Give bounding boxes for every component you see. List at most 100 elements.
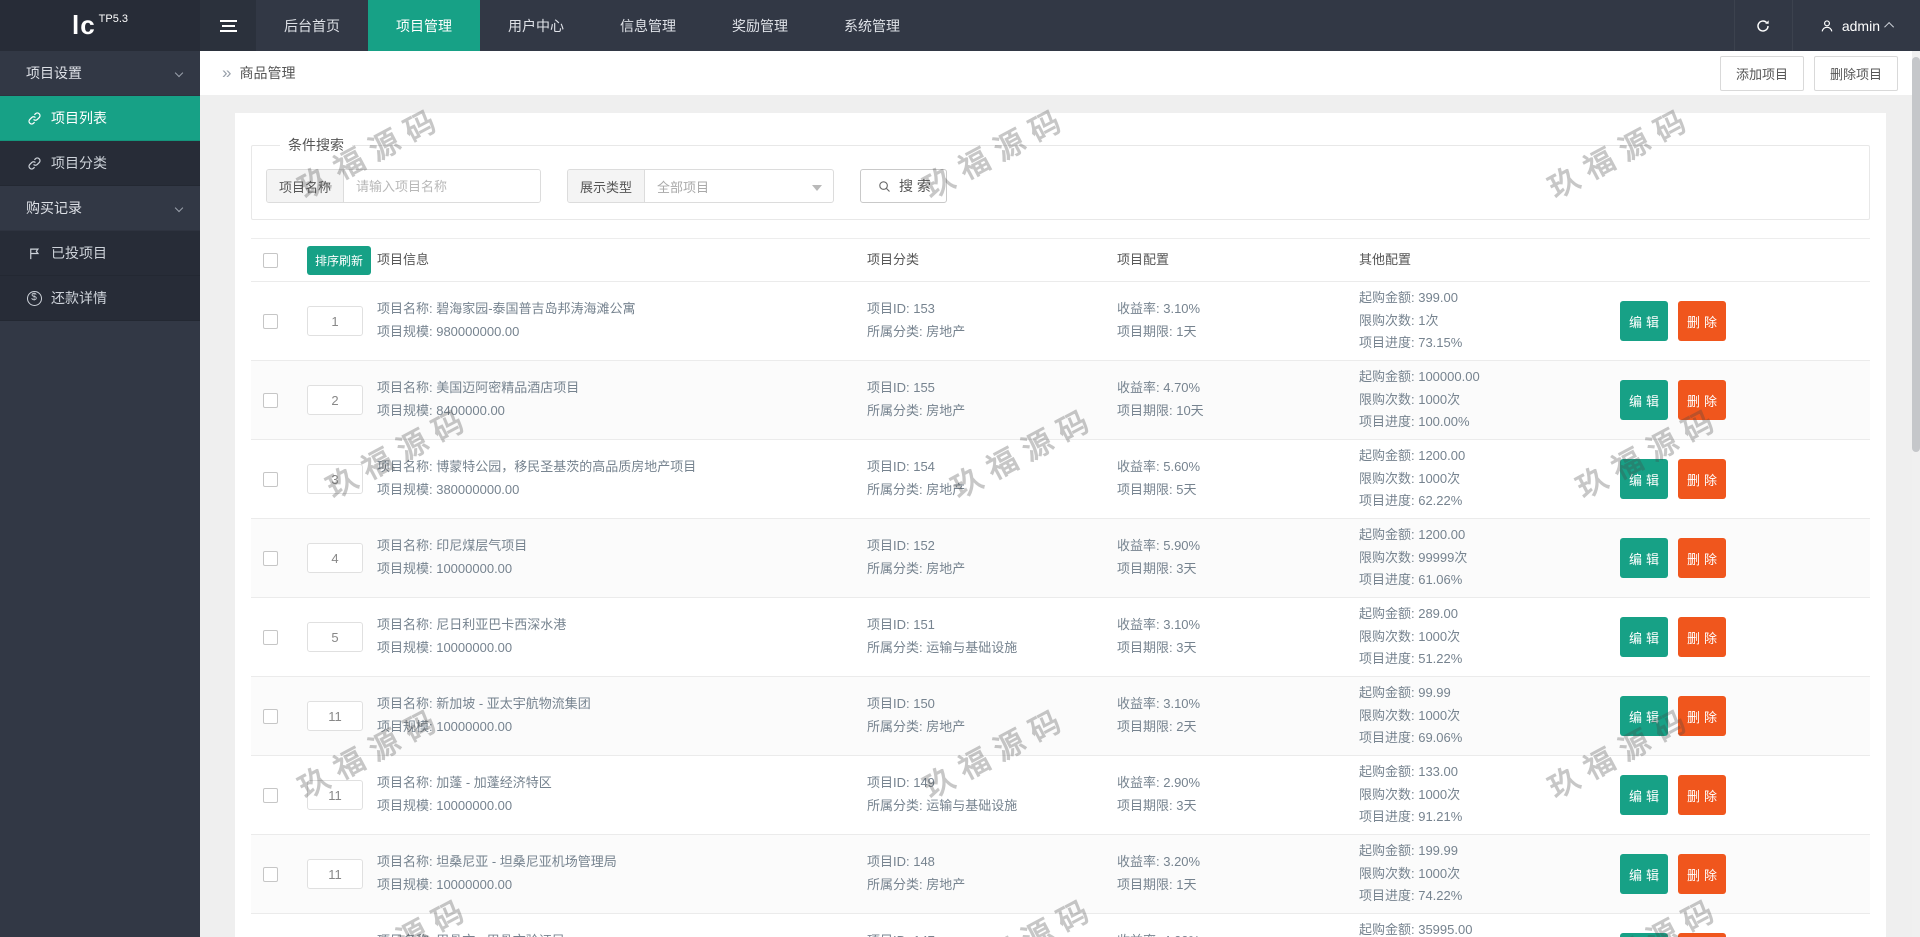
sort-input[interactable]: 11 (307, 780, 363, 810)
row-checkbox[interactable] (263, 550, 278, 566)
display-type-label: 展示类型 (568, 170, 646, 202)
delete-button[interactable]: 删除 (1678, 459, 1726, 499)
sort-input[interactable]: 11 (307, 859, 363, 889)
search-button[interactable]: 搜 索 (860, 169, 947, 203)
sort-input[interactable]: 11 (307, 701, 363, 731)
project-info-cell: 项目名称: 新加坡 - 亚太宇航物流集团 项目规模: 10000000.00 (377, 696, 591, 734)
menu-toggle-icon[interactable] (200, 0, 256, 51)
flag-icon (26, 245, 42, 261)
sort-input[interactable]: 2 (307, 385, 363, 415)
edit-button[interactable]: 编辑 (1620, 459, 1668, 499)
table-row: 4 项目名称: 印尼煤层气项目 项目规模: 10000000.00 项目ID: … (251, 519, 1870, 598)
project-config-cell: 收益率: 3.10% 项目期限: 1天 (1117, 301, 1201, 339)
edit-button[interactable]: 编辑 (1620, 775, 1668, 815)
select-all-checkbox[interactable] (263, 252, 278, 268)
delete-button[interactable]: 删除 (1678, 775, 1726, 815)
main-content: » 商品管理 添加项目 删除项目 条件搜索 项目名称 展示类型 全部项目 (200, 51, 1920, 937)
nav-item-system-management[interactable]: 系统管理 (816, 0, 928, 51)
edit-button[interactable]: 编辑 (1620, 380, 1668, 420)
project-info-cell: 项目名称: 碧海家园-泰国普吉岛邦涛海滩公寓 项目规模: 980000000.0… (377, 301, 636, 339)
project-category-cell: 项目ID: 154 所属分类: 房地产 (867, 459, 966, 497)
project-name-input[interactable] (344, 170, 541, 202)
sort-input[interactable]: 4 (307, 543, 363, 573)
delete-project-button[interactable]: 删除项目 (1813, 55, 1898, 91)
edit-button[interactable]: 编辑 (1620, 617, 1668, 657)
delete-button[interactable]: 删除 (1678, 301, 1726, 341)
sidebar-group-purchase-records[interactable]: 购买记录 (0, 186, 200, 231)
project-category-cell: 项目ID: 151 所属分类: 运输与基础设施 (867, 617, 1018, 655)
scrollbar-track[interactable] (1912, 51, 1920, 937)
scrollbar-thumb[interactable] (1912, 57, 1920, 452)
chevron-down-icon (174, 203, 184, 213)
nav-item-user-center[interactable]: 用户中心 (480, 0, 592, 51)
delete-button[interactable]: 删除 (1678, 617, 1726, 657)
row-checkbox[interactable] (263, 313, 278, 329)
project-category-cell: 项目ID: 149 所属分类: 运输与基础设施 (867, 775, 1018, 813)
display-type-select[interactable]: 全部项目 (645, 170, 833, 202)
content-panel: 条件搜索 项目名称 展示类型 全部项目 搜 索 (235, 113, 1886, 937)
sidebar-item-invested-projects[interactable]: 已投项目 (0, 231, 200, 276)
table-row: 5 项目名称: 尼日利亚巴卡西深水港 项目规模: 10000000.00 项目I… (251, 598, 1870, 677)
project-info-cell: 项目名称: 印尼煤层气项目 项目规模: 10000000.00 (377, 538, 528, 576)
project-info-cell: 项目名称: 甲骨文 - 甲骨文验证局 项目规模: (377, 930, 867, 937)
project-config-cell: 收益率: 5.60% 项目期限: 5天 (1117, 459, 1201, 497)
row-checkbox[interactable] (263, 392, 278, 408)
delete-button[interactable]: 删除 (1678, 854, 1726, 894)
project-category-cell: 项目ID: 150 所属分类: 房地产 (867, 696, 966, 734)
sidebar-item-project-list[interactable]: 项目列表 (0, 96, 200, 141)
search-legend: 条件搜索 (288, 137, 344, 153)
sort-input[interactable]: 5 (307, 622, 363, 652)
edit-button[interactable]: 编辑 (1620, 696, 1668, 736)
edit-button[interactable]: 编辑 (1620, 854, 1668, 894)
sort-input[interactable]: 1 (307, 306, 363, 336)
delete-button[interactable]: 删除 (1678, 538, 1726, 578)
project-info-cell: 项目名称: 博蒙特公园，移民圣基茨的高品质房地产项目 项目规模: 3800000… (377, 459, 697, 497)
edit-button[interactable]: 编辑 (1620, 301, 1668, 341)
project-name-group: 项目名称 (266, 169, 542, 203)
top-navigation: 后台首页 项目管理 用户中心 信息管理 奖励管理 系统管理 (256, 0, 928, 51)
project-config-cell: 收益率: 4.70% 项目期限: 10天 (1117, 380, 1204, 418)
search-fieldset: 条件搜索 项目名称 展示类型 全部项目 搜 索 (251, 135, 1870, 220)
project-config-cell: 收益率: 5.90% 项目期限: 3天 (1117, 538, 1201, 576)
chevron-down-icon (174, 68, 184, 78)
sidebar-item-project-category[interactable]: 项目分类 (0, 141, 200, 186)
nav-item-project-management[interactable]: 项目管理 (368, 0, 480, 51)
nav-item-info-management[interactable]: 信息管理 (592, 0, 704, 51)
nav-item-reward-management[interactable]: 奖励管理 (704, 0, 816, 51)
user-icon (1819, 18, 1835, 34)
other-config-cell: 起购金额: 199.99 限购次数: 1000次 项目进度: 74.22% (1359, 842, 1463, 904)
logo-version: TP5.3 (98, 12, 129, 25)
row-checkbox[interactable] (263, 629, 278, 645)
row-checkbox[interactable] (263, 471, 278, 487)
table-row: 项目名称: 甲骨文 - 甲骨文验证局 项目规模: 项目ID: 147 所属分类:… (251, 914, 1870, 937)
sidebar-group-project-settings[interactable]: 项目设置 (0, 51, 200, 96)
add-project-button[interactable]: 添加项目 (1719, 55, 1804, 91)
table-row: 11 项目名称: 加蓬 - 加蓬经济特区 项目规模: 10000000.00 项… (251, 756, 1870, 835)
other-config-cell: 起购金额: 100000.00 限购次数: 1000次 项目进度: 100.00… (1359, 368, 1480, 430)
row-checkbox[interactable] (263, 708, 278, 724)
breadcrumb: » 商品管理 添加项目 删除项目 (200, 51, 1920, 95)
refresh-button[interactable] (1733, 0, 1792, 51)
table-row: 11 项目名称: 新加坡 - 亚太宇航物流集团 项目规模: 10000000.0… (251, 677, 1870, 756)
delete-button[interactable]: 删除 (1678, 933, 1726, 937)
breadcrumb-arrows-icon: » (222, 63, 232, 82)
delete-button[interactable]: 删除 (1678, 696, 1726, 736)
sort-refresh-button[interactable]: 排序刷新 (307, 245, 372, 275)
delete-button[interactable]: 删除 (1678, 380, 1726, 420)
project-category-cell: 项目ID: 147 所属分类: (867, 930, 1117, 937)
user-menu[interactable]: admin (1791, 0, 1920, 51)
other-config-cell: 起购金额: 399.00 限购次数: 1次 项目进度: 73.15% (1359, 289, 1463, 351)
row-checkbox[interactable] (263, 866, 278, 882)
topbar: lc TP5.3 后台首页 项目管理 用户中心 信息管理 奖励管理 系统管理 a… (0, 0, 1920, 51)
sidebar-item-repayment-details[interactable]: $ 还款详情 (0, 276, 200, 321)
edit-button[interactable]: 编辑 (1620, 538, 1668, 578)
link-icon (26, 110, 42, 126)
table-row: 1 项目名称: 碧海家园-泰国普吉岛邦涛海滩公寓 项目规模: 980000000… (251, 282, 1870, 361)
search-icon (876, 178, 892, 194)
row-checkbox[interactable] (263, 787, 278, 803)
project-info-cell: 项目名称: 加蓬 - 加蓬经济特区 项目规模: 10000000.00 (377, 775, 552, 813)
nav-item-dashboard[interactable]: 后台首页 (256, 0, 368, 51)
edit-button[interactable]: 编辑 (1620, 933, 1668, 937)
sort-input[interactable]: 3 (307, 464, 363, 494)
table-row: 3 项目名称: 博蒙特公园，移民圣基茨的高品质房地产项目 项目规模: 38000… (251, 440, 1870, 519)
